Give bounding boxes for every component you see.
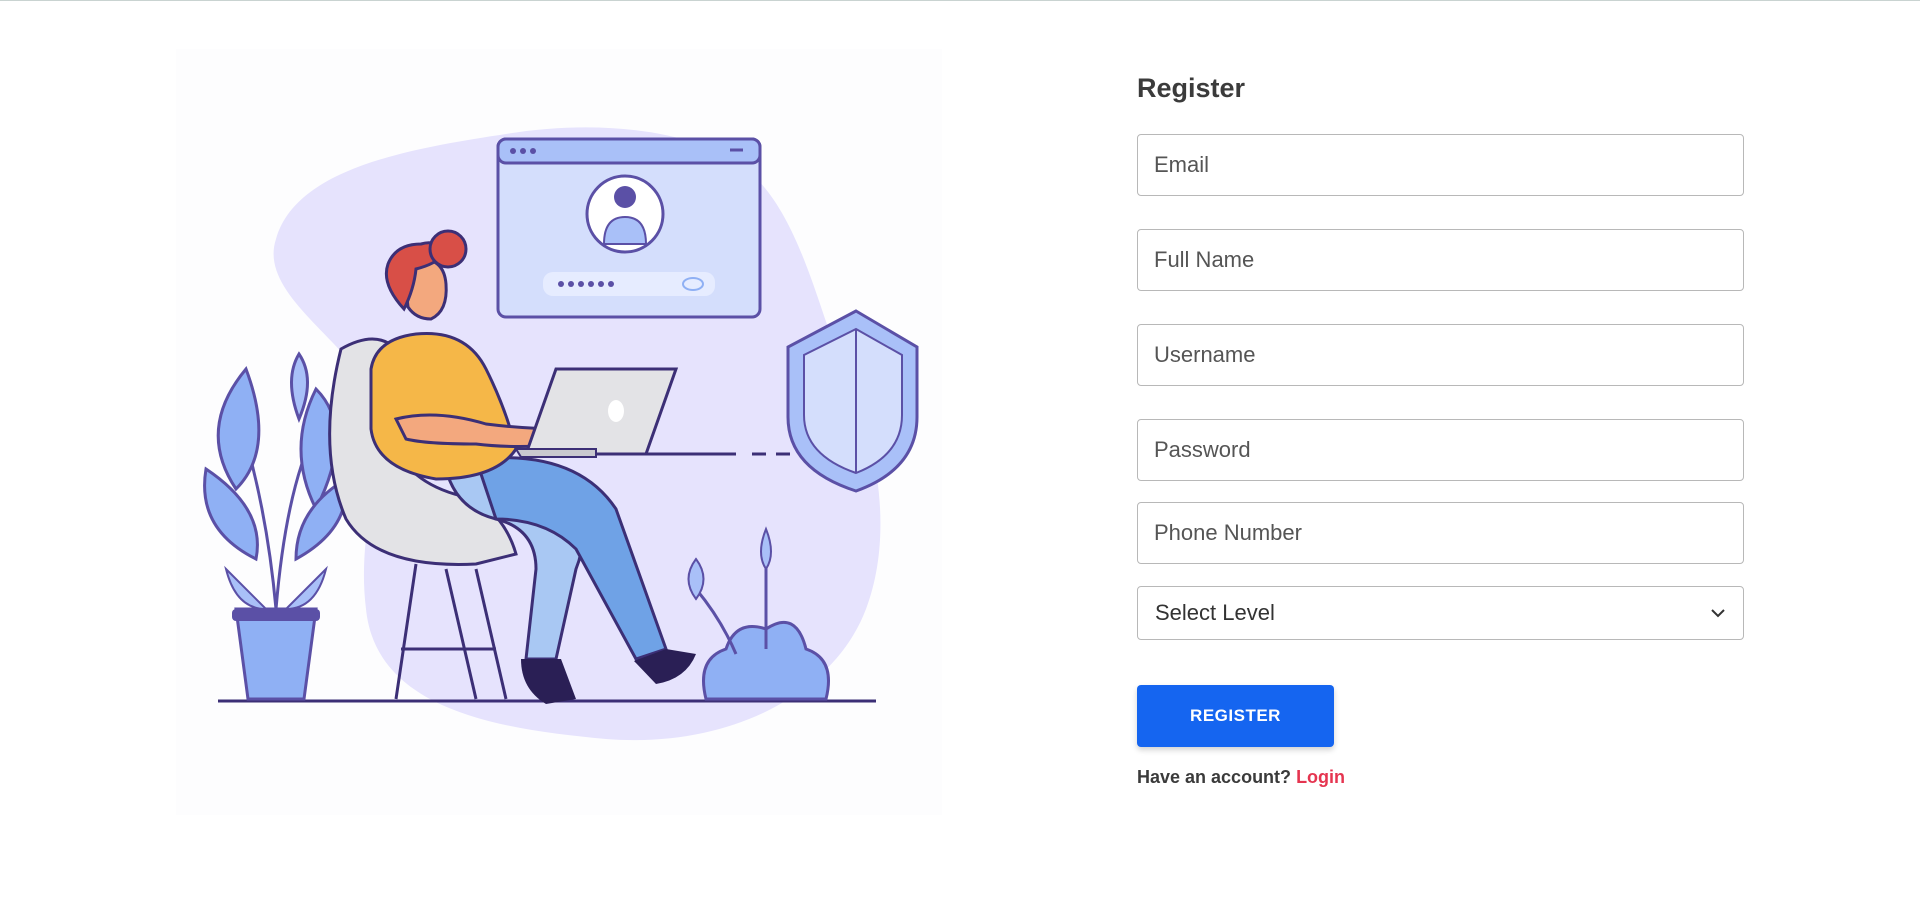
password-field[interactable] <box>1137 419 1744 481</box>
phone-number-field[interactable] <box>1137 502 1744 564</box>
username-field[interactable] <box>1137 324 1744 386</box>
form-title: Register <box>1137 73 1246 103</box>
login-link[interactable]: Login <box>1296 767 1345 787</box>
full-name-field[interactable] <box>1137 229 1744 291</box>
person-at-laptop-illustration <box>203 127 919 741</box>
register-illustration <box>176 49 942 815</box>
email-field[interactable] <box>1137 134 1744 196</box>
chevron-down-icon <box>1709 604 1727 622</box>
level-select-value: Select Level <box>1155 600 1275 625</box>
have-account-text: Have an account? <box>1137 767 1292 787</box>
have-account-line: Have an account? Login <box>1137 767 1345 788</box>
level-select[interactable]: Select Level <box>1137 586 1744 640</box>
register-button[interactable]: REGISTER <box>1137 685 1334 747</box>
